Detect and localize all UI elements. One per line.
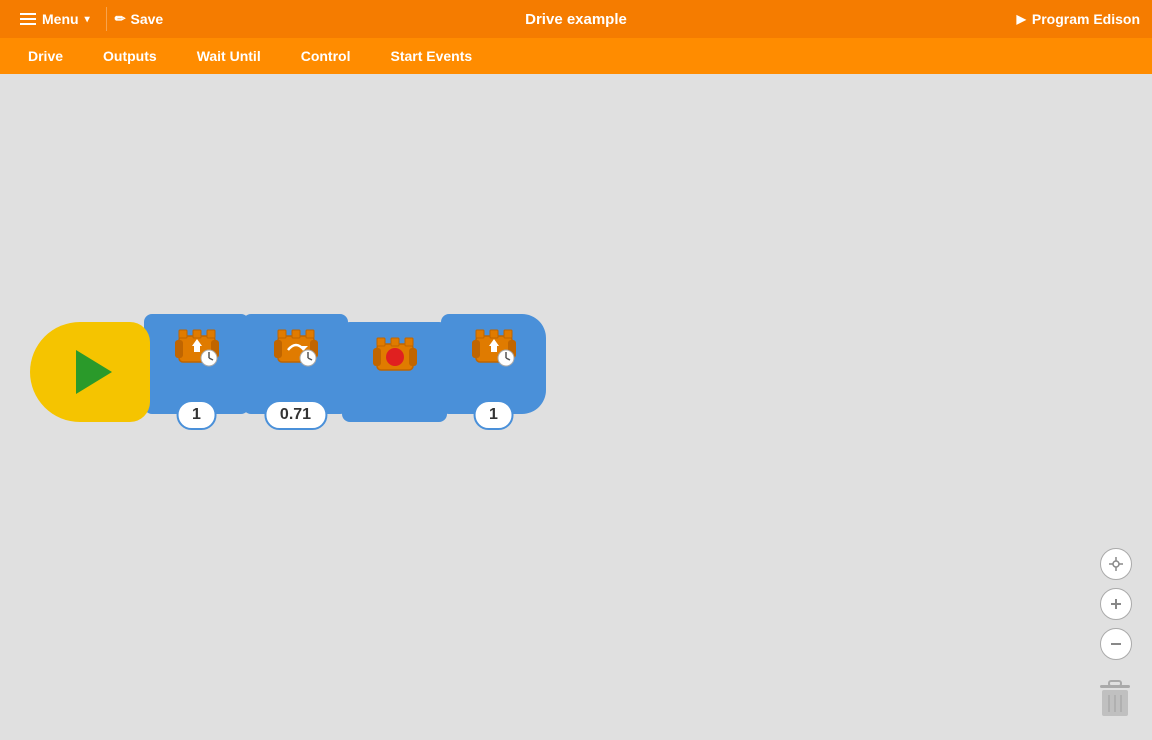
play-icon: ▶ [1017,12,1026,26]
trash-icon [1096,678,1134,720]
block-drive-turn[interactable]: 0.71 [243,314,348,414]
drive-forward-icon [171,322,223,374]
menu-chevron-icon: ▾ [85,14,90,25]
top-bar-left: Menu ▾ ✏ Save [12,7,171,31]
drive-forward-2-icon [468,322,520,374]
zoom-out-icon [1108,636,1124,652]
block-drive-forward-2[interactable]: 1 [441,314,546,414]
zoom-in-icon [1108,596,1124,612]
trash-button[interactable] [1096,678,1134,720]
save-label: Save [131,11,164,27]
drive-turn-icon [270,322,322,374]
nav-bar: Drive Outputs Wait Until Control Start E… [0,38,1152,74]
canvas-area[interactable]: 1 0.71 [0,74,1152,740]
program-edison-label: Program Edison [1032,11,1140,27]
nav-item-start-events[interactable]: Start Events [370,42,492,70]
menu-button[interactable]: Menu ▾ [12,7,98,31]
top-bar: Menu ▾ ✏ Save Drive example ▶ Program Ed… [0,0,1152,38]
blocks-container[interactable]: 1 0.71 [30,314,546,430]
block-drive-forward-1[interactable]: 1 [144,314,249,414]
hamburger-icon [20,13,36,25]
nav-item-outputs[interactable]: Outputs [83,42,177,70]
program-edison-button[interactable]: ▶ Program Edison [1017,11,1140,27]
block-drive-stop[interactable] [342,322,447,422]
canvas-controls [1100,548,1132,660]
save-button[interactable]: ✏ Save [106,7,172,31]
pencil-icon: ✏ [115,11,126,27]
zoom-in-button[interactable] [1100,588,1132,620]
nav-item-drive[interactable]: Drive [8,42,83,70]
drive-stop-icon [369,330,421,382]
start-play-icon [76,350,112,394]
block-2-value[interactable]: 0.71 [264,400,327,430]
block-4-value[interactable]: 1 [473,400,514,430]
block-1-value[interactable]: 1 [176,400,217,430]
recenter-icon [1108,556,1124,572]
program-title: Drive example [525,11,627,28]
zoom-out-button[interactable] [1100,628,1132,660]
nav-item-wait-until[interactable]: Wait Until [177,42,281,70]
start-block[interactable] [30,322,150,422]
recenter-button[interactable] [1100,548,1132,580]
nav-item-control[interactable]: Control [281,42,371,70]
menu-label: Menu [42,11,79,27]
